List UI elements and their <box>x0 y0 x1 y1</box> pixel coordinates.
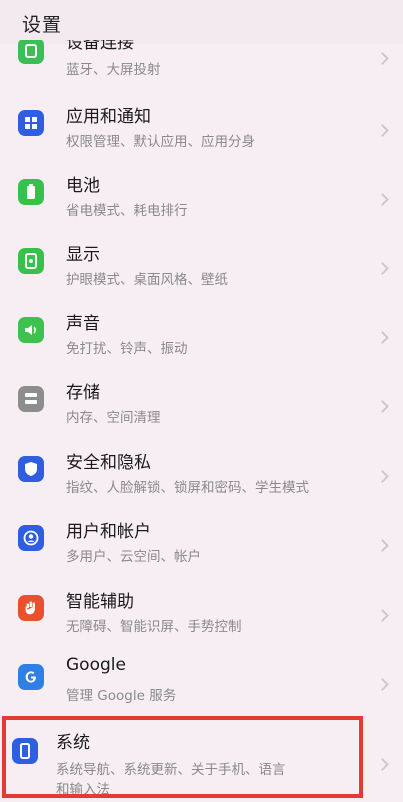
shield-icon <box>18 456 44 482</box>
settings-item-subtitle: 管理 Google 服务 <box>66 688 177 704</box>
sound-icon <box>18 317 44 343</box>
settings-item-label: 应用和通知 <box>66 107 151 127</box>
user-icon <box>18 525 44 551</box>
settings-item-subtitle: 护眼模式、桌面风格、壁纸 <box>66 272 228 288</box>
chevron-right-icon <box>376 539 389 552</box>
display-icon <box>18 248 44 274</box>
settings-item-label: 安全和隐私 <box>66 453 151 473</box>
chevron-right-icon <box>376 400 389 413</box>
chevron-right-icon <box>376 609 389 622</box>
chevron-right-icon <box>376 52 389 65</box>
settings-item-smart-assistance[interactable]: 智能辅助 无障碍、智能识屏、手势控制 <box>0 583 403 651</box>
settings-item-subtitle: 省电模式、耗电排行 <box>66 203 188 219</box>
settings-item-subtitle: 内存、空间清理 <box>66 410 161 426</box>
settings-item-battery[interactable]: 电池 省电模式、耗电排行 <box>0 167 403 235</box>
settings-item-device-connection[interactable]: 设备连接 蓝牙、大屏投射 <box>0 40 403 92</box>
chevron-right-icon <box>376 124 389 137</box>
app-header: 设置 <box>0 0 403 44</box>
settings-item-label: 存储 <box>66 383 100 403</box>
settings-item-subtitle: 免打扰、铃声、振动 <box>66 341 188 357</box>
settings-item-storage[interactable]: 存储 内存、空间清理 <box>0 374 403 442</box>
settings-item-label: 设备连接 <box>66 40 134 53</box>
chevron-right-icon <box>376 262 389 275</box>
settings-item-subtitle: 多用户、云空间、帐户 <box>66 549 201 565</box>
chevron-right-icon <box>376 758 389 771</box>
settings-item-label: 电池 <box>66 176 100 196</box>
storage-icon <box>18 386 44 412</box>
settings-item-users-accounts[interactable]: 用户和帐户 多用户、云空间、帐户 <box>0 513 403 581</box>
settings-item-display[interactable]: 显示 护眼模式、桌面风格、壁纸 <box>0 236 403 304</box>
battery-icon <box>18 179 44 205</box>
chevron-right-icon <box>376 331 389 344</box>
settings-item-subtitle: 指纹、人脸解锁、锁屏和密码、学生模式 <box>66 480 309 496</box>
selection-highlight-box <box>2 716 363 798</box>
chevron-right-icon <box>376 678 389 691</box>
settings-item-security-privacy[interactable]: 安全和隐私 指纹、人脸解锁、锁屏和密码、学生模式 <box>0 444 403 512</box>
settings-item-sound[interactable]: 声音 免打扰、铃声、振动 <box>0 305 403 373</box>
apps-icon <box>18 110 44 136</box>
settings-item-google[interactable]: Google 管理 Google 服务 <box>0 652 403 720</box>
settings-item-subtitle: 权限管理、默认应用、应用分身 <box>66 134 255 150</box>
settings-item-label: 用户和帐户 <box>66 522 151 542</box>
settings-item-subtitle: 蓝牙、大屏投射 <box>66 62 161 78</box>
settings-item-subtitle: 无障碍、智能识屏、手势控制 <box>66 619 242 635</box>
device-connect-icon <box>18 40 44 64</box>
settings-item-label: 声音 <box>66 314 100 334</box>
chevron-right-icon <box>376 470 389 483</box>
settings-item-apps-notifications[interactable]: 应用和通知 权限管理、默认应用、应用分身 <box>0 98 403 166</box>
google-icon <box>18 664 44 690</box>
settings-item-label: 显示 <box>66 245 100 265</box>
settings-list: 设备连接 蓝牙、大屏投射 应用和通知 权限管理、默认应用、应用分身 电池 省电模… <box>0 40 403 802</box>
hand-icon <box>18 595 44 621</box>
settings-item-label: 智能辅助 <box>66 592 134 612</box>
chevron-right-icon <box>376 193 389 206</box>
page-title: 设置 <box>22 14 63 36</box>
settings-item-label: Google <box>66 655 126 675</box>
